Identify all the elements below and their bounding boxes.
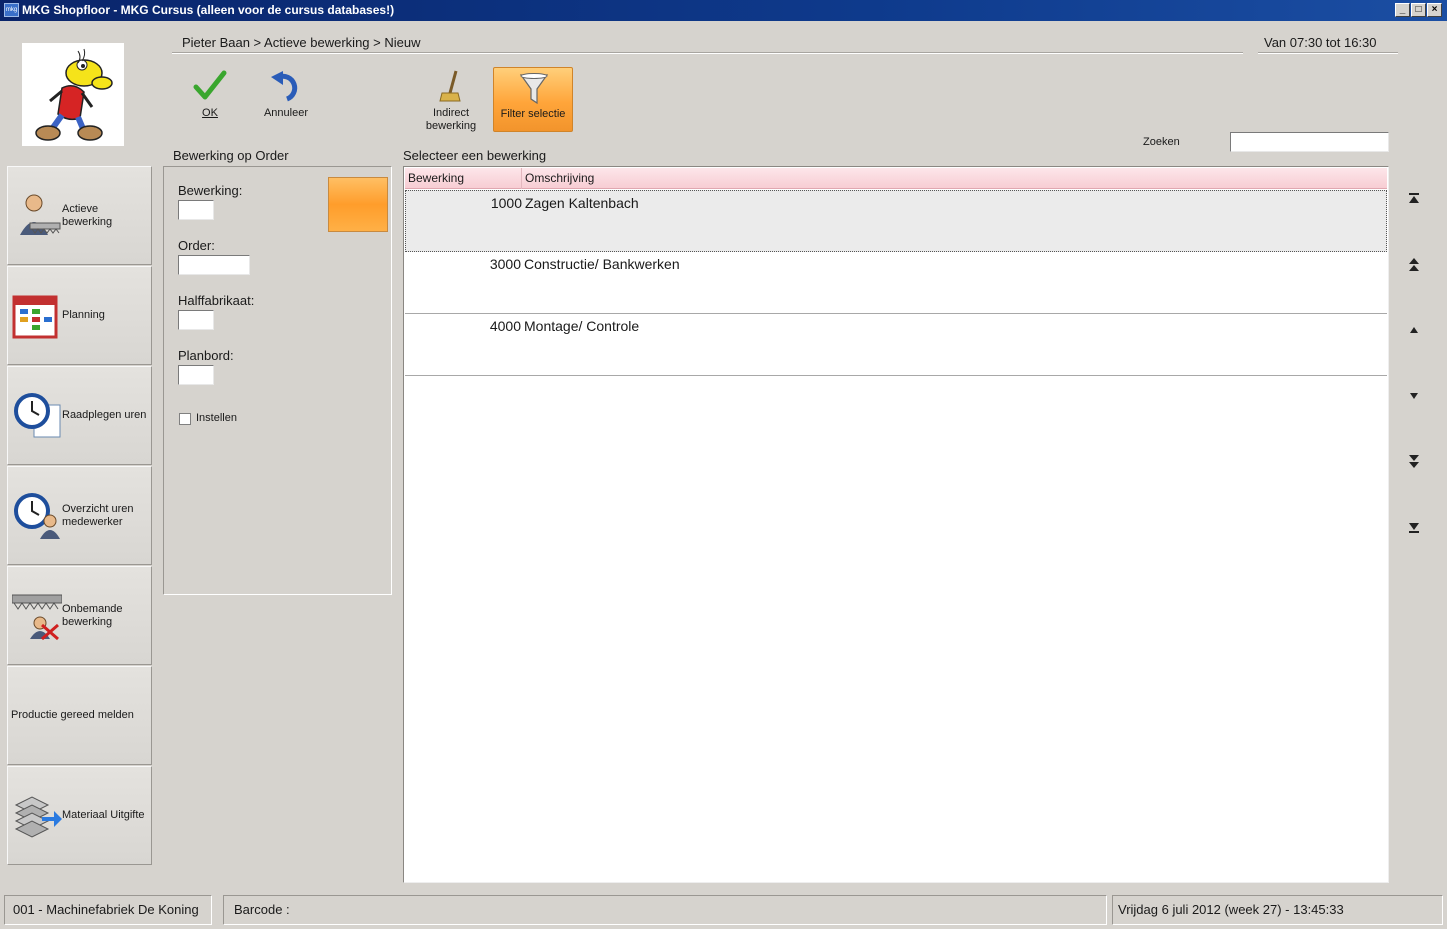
ok-label: OK — [202, 107, 218, 119]
ok-button[interactable]: OK — [188, 67, 232, 123]
status-company: 001 - Machinefabriek De Koning — [4, 895, 212, 925]
shift-time: Van 07:30 tot 16:30 — [1264, 35, 1377, 50]
shift-divider — [1258, 52, 1398, 54]
close-button[interactable]: × — [1427, 3, 1442, 17]
funnel-icon — [519, 73, 549, 105]
calendar-icon — [12, 295, 58, 339]
scroll-page-up-icon[interactable] — [1404, 254, 1424, 274]
column-header-bewerking[interactable]: Bewerking — [405, 168, 522, 189]
nav-raadplegen-uren[interactable]: Raadplegen uren — [7, 366, 152, 465]
breadcrumb-divider — [172, 52, 1243, 54]
grid-header: Bewerking Omschrijving — [405, 168, 1387, 189]
window-title: MKG Shopfloor - MKG Cursus (alleen voor … — [22, 3, 395, 17]
indirect-label-1: Indirect — [432, 107, 470, 119]
indirect-label-2: bewerking — [425, 120, 477, 132]
annuleer-button[interactable]: Annuleer — [258, 67, 314, 123]
checkmark-icon — [193, 70, 227, 100]
nav-materiaal-uitgifte[interactable]: Materiaal Uitgifte — [7, 766, 152, 865]
table-row[interactable]: 3000 Constructie/ Bankwerken — [405, 252, 1387, 314]
form-title: Bewerking op Order — [173, 148, 289, 163]
row-code: 1000 — [490, 195, 522, 211]
filter-label: Filter selectie — [500, 108, 566, 120]
grid-title: Selecteer een bewerking — [403, 148, 547, 163]
scroll-top-icon[interactable] — [1404, 188, 1424, 208]
material-rack-icon — [14, 796, 62, 838]
search-label: Zoeken — [1143, 136, 1180, 148]
nav-onbemande-bewerking[interactable]: Onbemande bewerking — [7, 566, 152, 665]
mascot-logo-icon — [35, 48, 113, 141]
nav-actieve-bewerking[interactable]: Actieve bewerking — [7, 166, 152, 265]
breadcrumb: Pieter Baan > Actieve bewerking > Nieuw — [182, 35, 421, 50]
nav-label: Raadplegen uren — [62, 409, 147, 421]
nav-label: Onbemande bewerking — [62, 602, 123, 628]
operation-grid: Bewerking Omschrijving 1000 Zagen Kalten… — [403, 166, 1389, 883]
instellen-label: Instellen — [196, 412, 237, 424]
bewerking-input[interactable] — [178, 200, 214, 220]
nav-label: Overzicht uren medewerker — [62, 502, 134, 528]
nav-label: Planning — [62, 309, 105, 321]
app-icon: mkg — [4, 3, 19, 17]
undo-icon — [271, 71, 298, 102]
logo — [22, 43, 124, 146]
instellen-checkbox[interactable] — [179, 413, 191, 425]
order-label: Order: — [178, 238, 215, 253]
table-row[interactable]: 1000 Zagen Kaltenbach — [405, 190, 1387, 252]
annuleer-label: Annuleer — [263, 107, 309, 119]
maximize-button[interactable]: □ — [1411, 3, 1426, 17]
bewerking-label: Bewerking: — [178, 183, 243, 198]
broom-icon — [439, 70, 461, 102]
search-input[interactable] — [1230, 132, 1389, 152]
status-color-button[interactable] — [328, 177, 388, 232]
status-datetime: Vrijdag 6 juli 2012 (week 27) - 13:45:33 — [1112, 895, 1443, 925]
unmanned-saw-icon — [12, 594, 62, 641]
row-description: Constructie/ Bankwerken — [524, 256, 680, 272]
column-header-omschrijving[interactable]: Omschrijving — [522, 168, 1387, 189]
status-barcode[interactable]: Barcode : — [223, 895, 1107, 925]
nav-label: Materiaal Uitgifte — [62, 809, 145, 821]
scroll-bottom-icon[interactable] — [1404, 518, 1424, 538]
nav-label: Productie gereed melden — [11, 709, 134, 721]
row-description: Montage/ Controle — [524, 318, 640, 334]
order-input[interactable] — [178, 255, 250, 275]
row-code: 3000 — [489, 256, 521, 272]
nav-label: Actieve bewerking — [62, 202, 113, 228]
clock-worker-icon — [14, 493, 60, 539]
planbord-label: Planbord: — [178, 348, 234, 363]
indirect-bewerking-button[interactable]: Indirect bewerking — [420, 67, 482, 133]
nav-productie-gereed-melden[interactable]: Productie gereed melden — [7, 666, 152, 765]
clock-document-icon — [14, 393, 61, 438]
worker-saw-icon — [20, 194, 61, 235]
halffabrikaat-input[interactable] — [178, 310, 214, 330]
halffabrikaat-label: Halffabrikaat: — [178, 293, 255, 308]
filter-selectie-button[interactable]: Filter selectie — [493, 67, 573, 132]
row-code: 4000 — [489, 318, 521, 334]
title-bar: mkg MKG Shopfloor - MKG Cursus (alleen v… — [0, 0, 1447, 21]
minimize-button[interactable]: _ — [1395, 3, 1410, 17]
scroll-down-icon[interactable] — [1404, 386, 1424, 406]
scroll-up-icon[interactable] — [1404, 320, 1424, 340]
nav-planning[interactable]: Planning — [7, 266, 152, 365]
scroll-page-down-icon[interactable] — [1404, 452, 1424, 472]
planbord-input[interactable] — [178, 365, 214, 385]
nav-overzicht-uren[interactable]: Overzicht uren medewerker — [7, 466, 152, 565]
table-row[interactable]: 4000 Montage/ Controle — [405, 314, 1387, 376]
row-description: Zagen Kaltenbach — [525, 195, 639, 211]
